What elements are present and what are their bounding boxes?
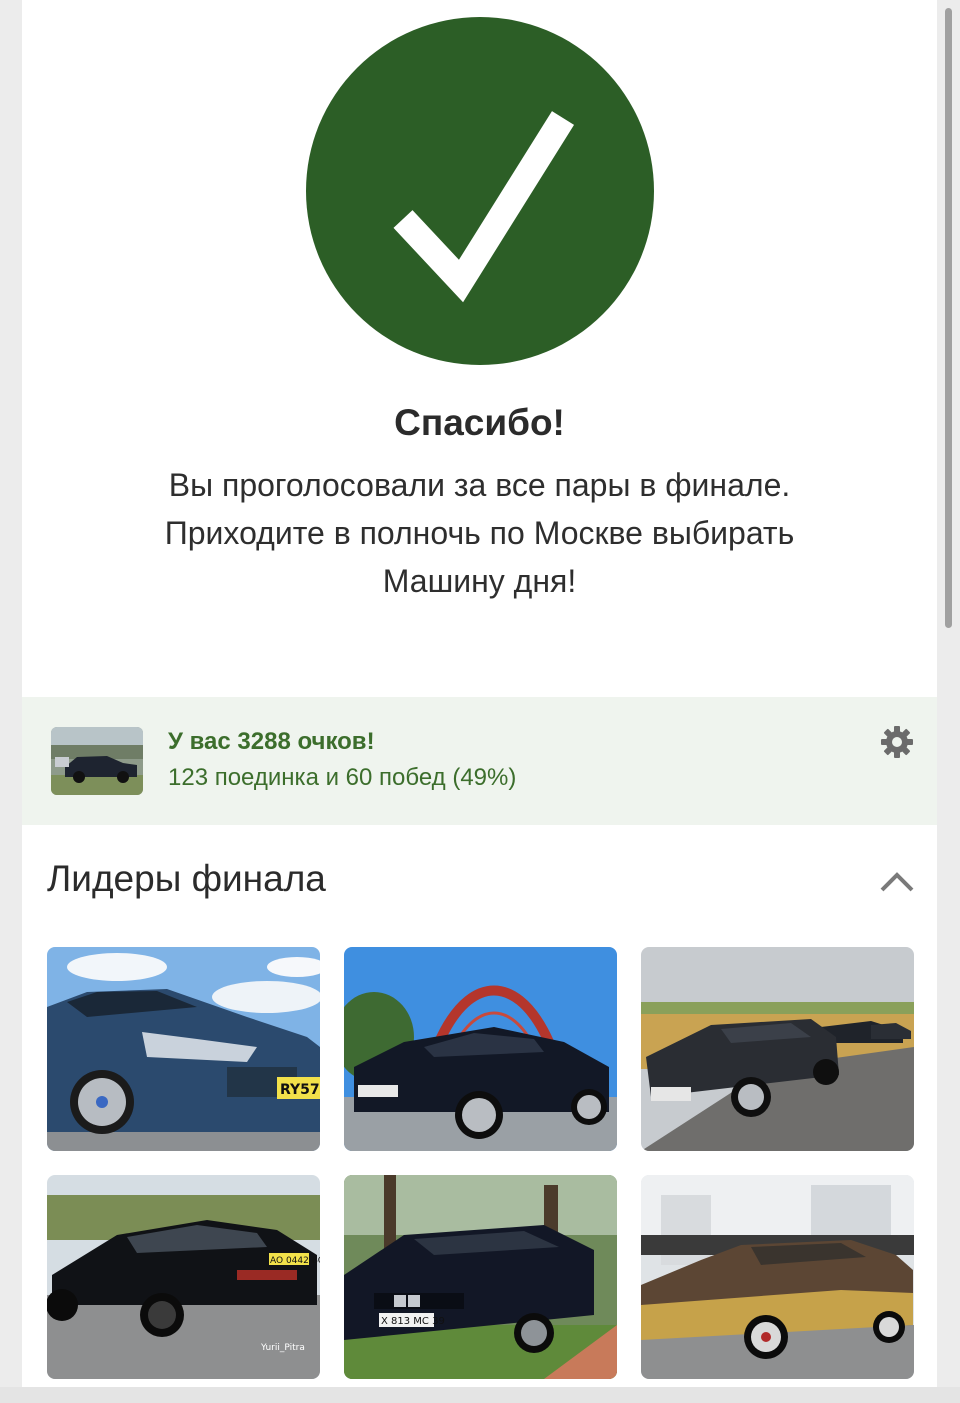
thanks-line-3: Машину дня! [382,563,577,599]
leader-photo-2[interactable] [344,947,617,1151]
leader-photo-1[interactable]: RY57 WR [47,947,320,1151]
photo-watermark: Yurii_Pitra [260,1343,305,1353]
score-subtitle: 123 поединка и 60 побед (49%) [168,764,517,791]
leader-photo-3[interactable] [641,947,914,1151]
bottom-edge [0,1387,960,1403]
leader-photo-6[interactable] [641,1175,914,1379]
thanks-message: Вы проголосовали за все пары в финале. П… [112,461,847,605]
chevron-up-icon[interactable] [877,866,917,896]
score-panel: У вас 3288 очков! 123 поединка и 60 побе… [22,697,937,825]
thanks-title: Спасибо! [394,402,565,443]
leader-photo-5[interactable]: X 813 MC 39 [344,1175,617,1379]
leaders-title: Лидеры финала [47,858,326,899]
gear-icon[interactable] [880,725,914,759]
plate-text: X 813 MC 39 [381,1316,445,1327]
leader-photo-4[interactable]: AO 0442 BO Yurii_Pitra [47,1175,320,1379]
plate-text: RY57 WR [280,1082,320,1098]
success-check-icon [306,17,654,365]
scrollbar[interactable] [945,8,952,628]
thanks-line-2: Приходите в полночь по Москве выбирать [164,515,795,551]
plate-text: AO 0442 BO [270,1256,320,1266]
score-title: У вас 3288 очков! [168,728,375,755]
user-car-thumbnail[interactable] [51,727,143,795]
voting-result-card: Спасибо! Вы проголосовали за все пары в … [22,0,937,1403]
thanks-line-1: Вы проголосовали за все пары в финале. [168,467,791,503]
